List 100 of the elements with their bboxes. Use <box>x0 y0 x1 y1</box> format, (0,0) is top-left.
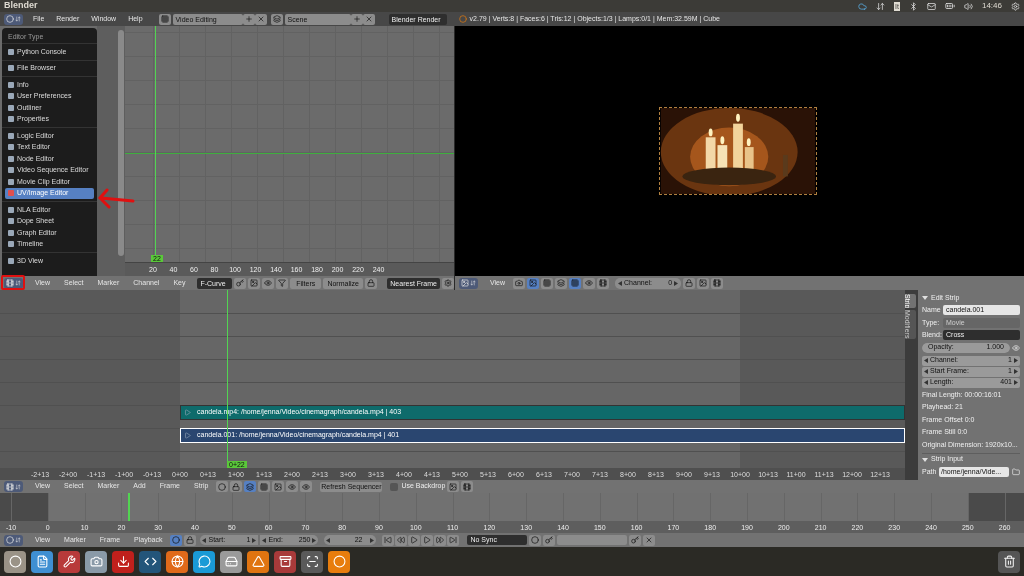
cone-icon[interactable] <box>247 550 269 573</box>
image-icon[interactable] <box>272 481 285 492</box>
image-icon[interactable] <box>697 277 710 289</box>
lock-icon[interactable] <box>683 277 696 289</box>
jump-start-icon[interactable] <box>382 534 395 546</box>
editor-type-button[interactable] <box>4 481 23 492</box>
volume-icon[interactable] <box>963 1 973 11</box>
browser-icon[interactable] <box>166 550 188 573</box>
decrement-arrow-icon[interactable] <box>326 537 331 543</box>
decrement-arrow-icon[interactable] <box>202 537 207 543</box>
circle-icon[interactable] <box>170 534 183 546</box>
close-icon[interactable] <box>362 13 375 25</box>
decrement-arrow-icon[interactable] <box>924 358 928 363</box>
decrement-arrow-icon[interactable] <box>924 369 928 374</box>
film-icon[interactable] <box>711 277 724 289</box>
eye-icon[interactable] <box>286 481 299 492</box>
key-icon[interactable] <box>543 534 556 546</box>
dropdown-arrows-icon <box>470 280 476 286</box>
lock-icon[interactable] <box>230 481 243 492</box>
editor-icon <box>6 15 14 23</box>
battery-icon[interactable] <box>944 1 955 11</box>
keying-set-field[interactable] <box>557 535 628 545</box>
settings-icon[interactable] <box>442 277 454 289</box>
editor-type-button[interactable] <box>459 277 478 289</box>
increment-arrow-icon[interactable] <box>674 280 679 286</box>
image-icon[interactable] <box>527 277 540 289</box>
circle-icon[interactable] <box>216 481 229 492</box>
key-icon[interactable] <box>234 277 247 289</box>
editor-icon <box>6 279 14 287</box>
launcher-icon[interactable] <box>4 550 26 573</box>
fast-forward-icon[interactable] <box>434 534 447 546</box>
network-icon[interactable] <box>876 1 886 11</box>
cloud-icon[interactable] <box>858 1 868 11</box>
editor-icon <box>8 65 14 72</box>
close-icon[interactable] <box>254 13 267 25</box>
lock-icon[interactable] <box>184 534 197 546</box>
window-title: Blender <box>4 0 38 13</box>
increment-arrow-icon[interactable] <box>1014 358 1018 363</box>
code-editor-icon[interactable] <box>139 550 161 573</box>
camera-icon[interactable] <box>85 550 107 573</box>
lock-icon[interactable] <box>365 277 378 289</box>
scene-icon[interactable] <box>270 13 283 25</box>
increment-arrow-icon[interactable] <box>312 537 317 543</box>
jump-end-icon[interactable] <box>447 534 460 546</box>
image-icon[interactable] <box>447 481 460 492</box>
app-logo-icon <box>458 15 467 23</box>
scanner-icon[interactable] <box>301 550 323 573</box>
filter-icon[interactable] <box>276 277 289 289</box>
dropdown-arrows-icon <box>15 16 21 22</box>
film-icon[interactable] <box>597 277 610 289</box>
add-icon[interactable] <box>350 13 363 25</box>
expanded-triangle-icon[interactable] <box>922 295 928 301</box>
archive-icon[interactable] <box>274 550 296 573</box>
editor-type-button[interactable] <box>4 13 23 25</box>
decrement-arrow-icon[interactable] <box>262 537 267 543</box>
mail-icon[interactable] <box>926 1 936 11</box>
eye-icon[interactable] <box>262 277 275 289</box>
clock[interactable]: 14:46 <box>981 0 1002 12</box>
scrollbar[interactable] <box>118 30 124 256</box>
transfer-icon[interactable] <box>112 550 134 573</box>
bluetooth-icon[interactable] <box>908 1 918 11</box>
editor-icon <box>8 257 14 264</box>
wrench-icon[interactable] <box>58 550 80 573</box>
settings-icon[interactable] <box>1011 1 1020 11</box>
chat-icon[interactable] <box>193 550 215 573</box>
trash-icon[interactable] <box>998 550 1020 573</box>
image-icon[interactable] <box>248 277 261 289</box>
play-icon[interactable] <box>421 534 434 546</box>
play-icon <box>184 409 191 416</box>
dropdown-arrows-icon <box>15 537 21 543</box>
decrement-arrow-icon[interactable] <box>924 380 928 385</box>
increment-arrow-icon[interactable] <box>1014 369 1018 374</box>
orbit-app-icon[interactable] <box>328 550 350 573</box>
add-icon[interactable] <box>242 13 255 25</box>
editor-icon <box>6 536 14 544</box>
record-icon[interactable] <box>529 534 542 546</box>
increment-arrow-icon[interactable] <box>1014 380 1018 385</box>
play-reverse-icon[interactable] <box>408 534 421 546</box>
increment-arrow-icon[interactable] <box>370 537 375 543</box>
layers-icon[interactable] <box>244 481 257 492</box>
annotation-arrow <box>97 187 135 209</box>
eye-icon[interactable] <box>1012 343 1020 352</box>
out-of-range-region <box>0 493 48 521</box>
folder-icon[interactable] <box>1012 468 1020 477</box>
key-icon[interactable] <box>629 534 642 546</box>
drive-icon[interactable] <box>220 550 242 573</box>
close-icon[interactable] <box>643 534 656 546</box>
increment-arrow-icon[interactable] <box>252 537 257 543</box>
film-icon[interactable] <box>461 481 474 492</box>
rewind-icon[interactable] <box>395 534 408 546</box>
expanded-triangle-icon[interactable] <box>922 456 928 463</box>
document-icon[interactable] <box>31 550 53 573</box>
editor-type-button[interactable] <box>4 534 23 546</box>
layers-icon[interactable] <box>555 277 568 289</box>
eye-icon[interactable] <box>583 277 596 289</box>
editor-type-button[interactable] <box>4 277 23 289</box>
backdrop-checkbox[interactable] <box>390 482 399 491</box>
eye-icon[interactable] <box>300 481 313 492</box>
dropdown-arrows-icon <box>15 280 21 286</box>
decrement-arrow-icon[interactable] <box>618 280 623 286</box>
